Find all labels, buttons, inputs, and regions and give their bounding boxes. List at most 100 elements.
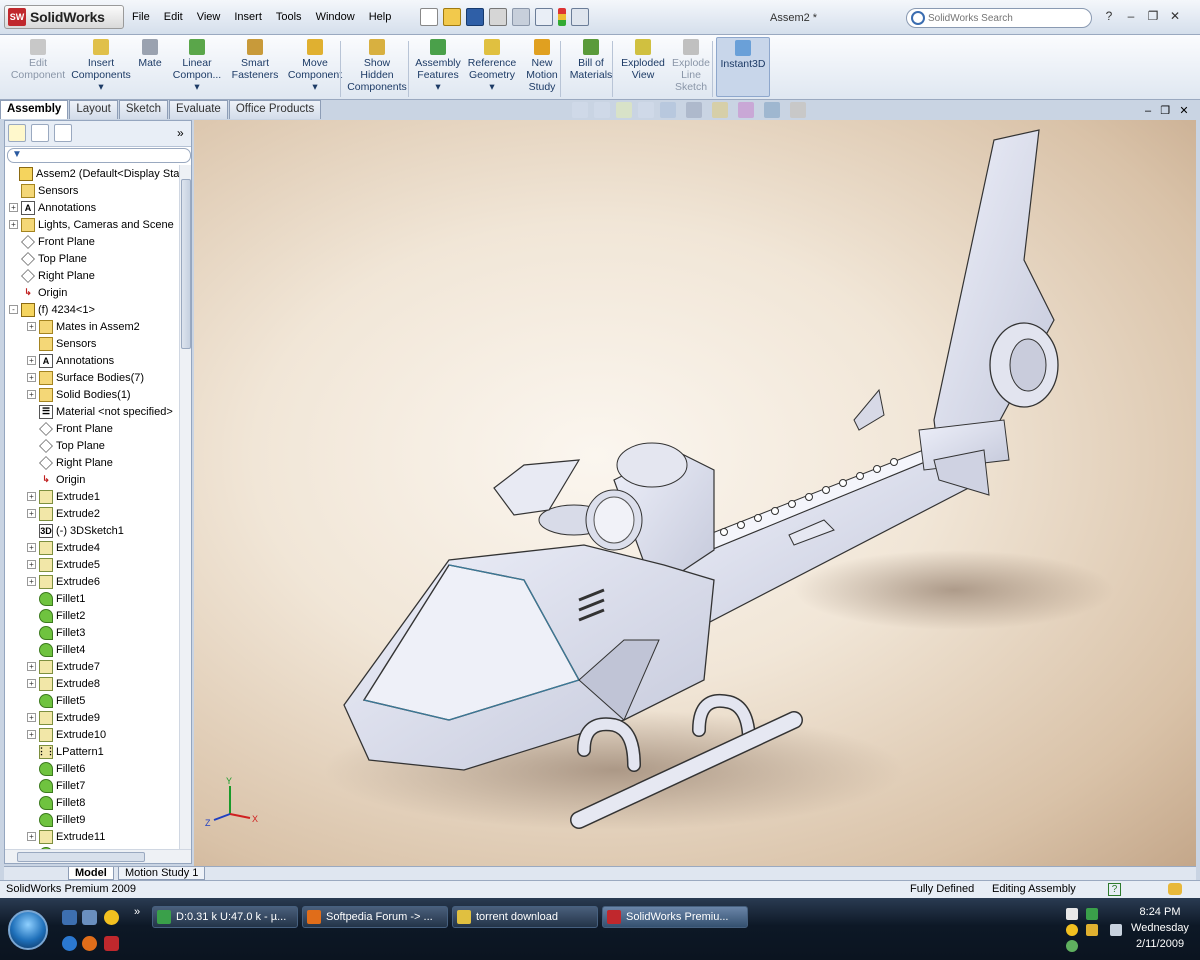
utorrent-tray-icon[interactable]	[1086, 908, 1098, 920]
zoom-to-area-icon[interactable]	[594, 102, 610, 118]
select-cursor-icon[interactable]	[535, 8, 553, 26]
expand-toggle[interactable]: +	[27, 679, 36, 688]
mail-tray-icon[interactable]	[1066, 908, 1078, 920]
tree-item[interactable]: Fillet2	[27, 607, 85, 624]
edit-component-button[interactable]: Edit Component	[8, 37, 68, 81]
quicklaunch-more-icon[interactable]: »	[134, 906, 140, 918]
tree-item[interactable]: ⋮⋮ LPattern1	[27, 743, 104, 760]
firefox-icon[interactable]	[82, 936, 97, 951]
tab-motion-study-1[interactable]: Motion Study 1	[118, 867, 206, 880]
tree-item[interactable]: Front Plane	[27, 420, 113, 437]
save-icon[interactable]	[466, 8, 484, 26]
expand-toggle[interactable]: +	[27, 832, 36, 841]
print-icon[interactable]	[489, 8, 507, 26]
expand-toggle[interactable]: -	[9, 305, 18, 314]
instant3d-button[interactable]: Instant3D	[716, 37, 770, 97]
tree-item[interactable]: Assem2 (Default<Display State	[7, 165, 179, 182]
switch-windows-icon[interactable]	[82, 910, 97, 925]
tree-item[interactable]: Right Plane	[9, 267, 95, 284]
zoom-to-fit-icon[interactable]	[572, 102, 588, 118]
expand-panel-icon[interactable]: »	[177, 126, 184, 140]
tree-item[interactable]: Sensors	[9, 182, 78, 199]
tab-model[interactable]: Model	[68, 867, 114, 880]
feature-manager-tab-icon[interactable]	[8, 124, 26, 142]
close-button[interactable]: ✕	[1164, 9, 1186, 23]
menu-insert[interactable]: Insert	[234, 11, 262, 23]
bill-of-materials-button[interactable]: Bill of Materials	[566, 37, 616, 81]
tree-item[interactable]: + Extrude2	[27, 505, 100, 522]
expand-toggle[interactable]: +	[27, 560, 36, 569]
show-desktop-icon[interactable]	[62, 910, 77, 925]
tree-item[interactable]: + Extrude7	[27, 658, 100, 675]
tree-item[interactable]: Fillet4	[27, 641, 85, 658]
expand-toggle[interactable]: +	[27, 373, 36, 382]
expand-toggle[interactable]: +	[9, 220, 18, 229]
messenger-tray-icon[interactable]	[1066, 924, 1078, 936]
solidworks-quicklaunch-icon[interactable]	[104, 936, 119, 951]
tree-item[interactable]: Fillet7	[27, 777, 85, 794]
tree-horizontal-scrollbar[interactable]	[5, 849, 191, 863]
graphics-viewport[interactable]	[194, 120, 1196, 866]
taskbar-button[interactable]: D:0.31 k U:47.0 k - µ...	[152, 906, 298, 928]
tree-item[interactable]: Fillet6	[27, 760, 85, 777]
linear-component-pattern-button[interactable]: Linear Compon... ▾	[168, 37, 226, 93]
hide-show-items-icon[interactable]	[712, 102, 728, 118]
exploded-view-button[interactable]: Exploded View	[618, 37, 668, 81]
viewport-restore-button[interactable]: ❐	[1160, 105, 1170, 117]
open-folder-icon[interactable]	[443, 8, 461, 26]
tree-item[interactable]: ↳ Origin	[27, 471, 85, 488]
viewport-minimize-button[interactable]: –	[1145, 105, 1151, 117]
search-icon[interactable]	[911, 11, 925, 25]
traffic-light-icon[interactable]	[558, 8, 566, 26]
tree-item[interactable]: Right Plane	[27, 454, 113, 471]
filter-icon[interactable]: ▼	[12, 149, 22, 160]
view-orientation-icon[interactable]	[660, 102, 676, 118]
section-view-icon[interactable]	[638, 102, 654, 118]
tree-item[interactable]: + Mates in Assem2	[27, 318, 140, 335]
restore-button[interactable]: ❐	[1142, 9, 1164, 23]
tree-vertical-scrollbar[interactable]	[179, 165, 191, 849]
menu-edit[interactable]: Edit	[164, 11, 183, 23]
viewport-close-button[interactable]: ✕	[1179, 105, 1188, 117]
start-button[interactable]	[8, 910, 48, 950]
undo-icon[interactable]	[512, 8, 530, 26]
taskbar-button[interactable]: SolidWorks Premiu...	[602, 906, 748, 928]
solidworks-logo-button[interactable]: SW SolidWorks	[4, 5, 124, 29]
taskbar-button[interactable]: torrent download	[452, 906, 598, 928]
scroll-thumb[interactable]	[181, 179, 191, 349]
volume-tray-icon[interactable]	[1110, 924, 1122, 936]
taskbar-button[interactable]: Softpedia Forum -> ...	[302, 906, 448, 928]
tree-item[interactable]: + Extrude1	[27, 488, 100, 505]
expand-toggle[interactable]: +	[27, 543, 36, 552]
tree-item[interactable]: + Extrude8	[27, 675, 100, 692]
scroll-thumb[interactable]	[17, 852, 145, 862]
expand-toggle[interactable]: +	[27, 577, 36, 586]
tree-item[interactable]: + Surface Bodies(7)	[27, 369, 144, 386]
menu-window[interactable]: Window	[316, 11, 355, 23]
tab-evaluate[interactable]: Evaluate	[169, 100, 228, 119]
tree-item[interactable]: + A Annotations	[27, 352, 114, 369]
configuration-manager-tab-icon[interactable]	[54, 124, 72, 142]
mate-button[interactable]: Mate	[134, 37, 166, 69]
status-help-button[interactable]: ?	[1108, 883, 1121, 896]
tree-item[interactable]: + Solid Bodies(1)	[27, 386, 131, 403]
explode-line-sketch-button[interactable]: Explode Line Sketch	[670, 37, 712, 93]
expand-toggle[interactable]: +	[27, 730, 36, 739]
expand-toggle[interactable]: +	[27, 509, 36, 518]
tree-item[interactable]: Front Plane	[9, 233, 95, 250]
tree-item[interactable]: + Extrude9	[27, 709, 100, 726]
tree-item[interactable]: + Extrude11	[27, 828, 105, 845]
property-manager-tab-icon[interactable]	[31, 124, 49, 142]
tree-item[interactable]: ↳ Origin	[9, 284, 67, 301]
notes-tray-icon[interactable]	[1086, 924, 1098, 936]
network-tray-icon[interactable]	[1066, 940, 1078, 952]
options-icon[interactable]	[571, 8, 589, 26]
expand-toggle[interactable]: +	[27, 492, 36, 501]
tree-item[interactable]: + Extrude6	[27, 573, 100, 590]
assembly-features-button[interactable]: Assembly Features ▾	[414, 37, 462, 93]
messenger-icon[interactable]	[104, 910, 119, 925]
tree-item[interactable]: Top Plane	[9, 250, 87, 267]
tree-item[interactable]: + Lights, Cameras and Scene	[9, 216, 174, 233]
tree-item[interactable]: ☰ Material <not specified>	[27, 403, 173, 420]
expand-toggle[interactable]: +	[27, 356, 36, 365]
